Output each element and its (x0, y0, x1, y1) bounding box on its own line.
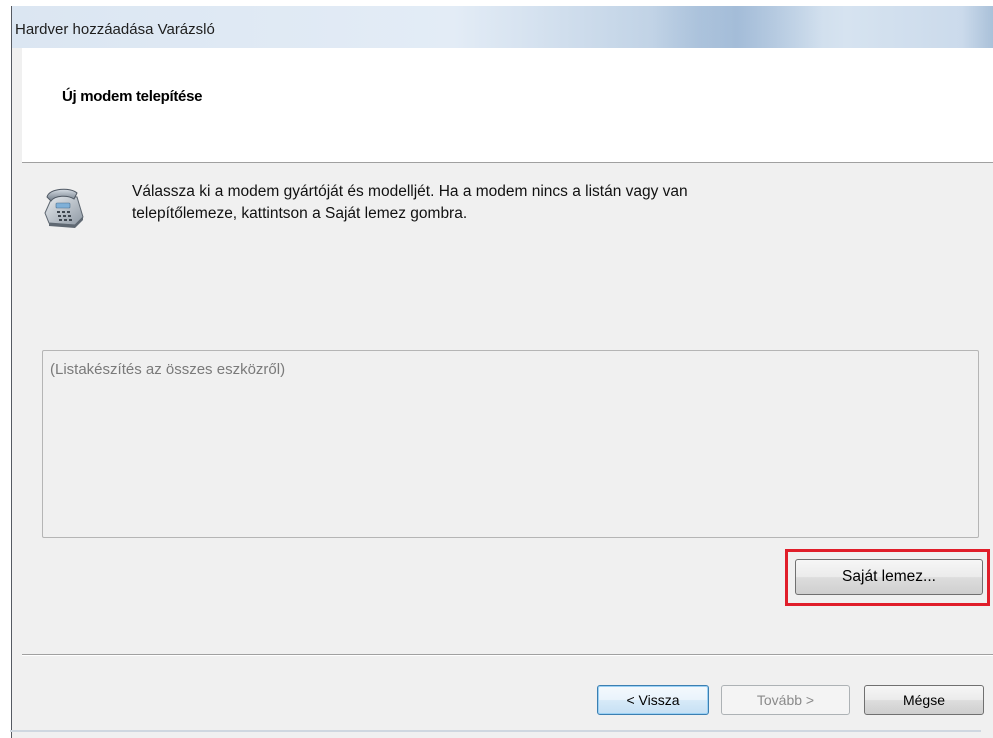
wizard-client-area: Új modem telepítése Válassza ki a modem … (22, 48, 993, 738)
cancel-button[interactable]: Mégse (864, 685, 984, 715)
title-bar[interactable]: Hardver hozzáadása Varázsló (12, 6, 993, 48)
window-bottom-edge (10, 730, 981, 732)
listbox-status-text: (Listakészítés az összes eszközről) (50, 361, 286, 378)
next-button[interactable]: Tovább > (721, 685, 850, 715)
instruction-line-1: Válassza ki a modem gyártóját és modellj… (132, 183, 688, 200)
instruction-text: Válassza ki a modem gyártóját és modellj… (132, 181, 892, 225)
back-button[interactable]: < Vissza (597, 685, 709, 715)
wizard-window: Hardver hozzáadása Varázsló Új modem tel… (11, 6, 993, 738)
device-listbox[interactable]: (Listakészítés az összes eszközről) (42, 350, 979, 538)
have-disk-button[interactable]: Saját lemez... (795, 559, 983, 595)
page-title: Új modem telepítése (62, 88, 203, 105)
wizard-header: Új modem telepítése (22, 48, 993, 163)
footer-separator (22, 654, 993, 656)
instruction-line-2: telepítőlemeze, kattintson a Saját lemez… (132, 205, 468, 222)
telephone-modem-icon (44, 188, 84, 228)
window-title: Hardver hozzáadása Varázsló (15, 21, 215, 38)
title-bar-glass-right (962, 6, 993, 48)
title-bar-glass (652, 6, 822, 48)
